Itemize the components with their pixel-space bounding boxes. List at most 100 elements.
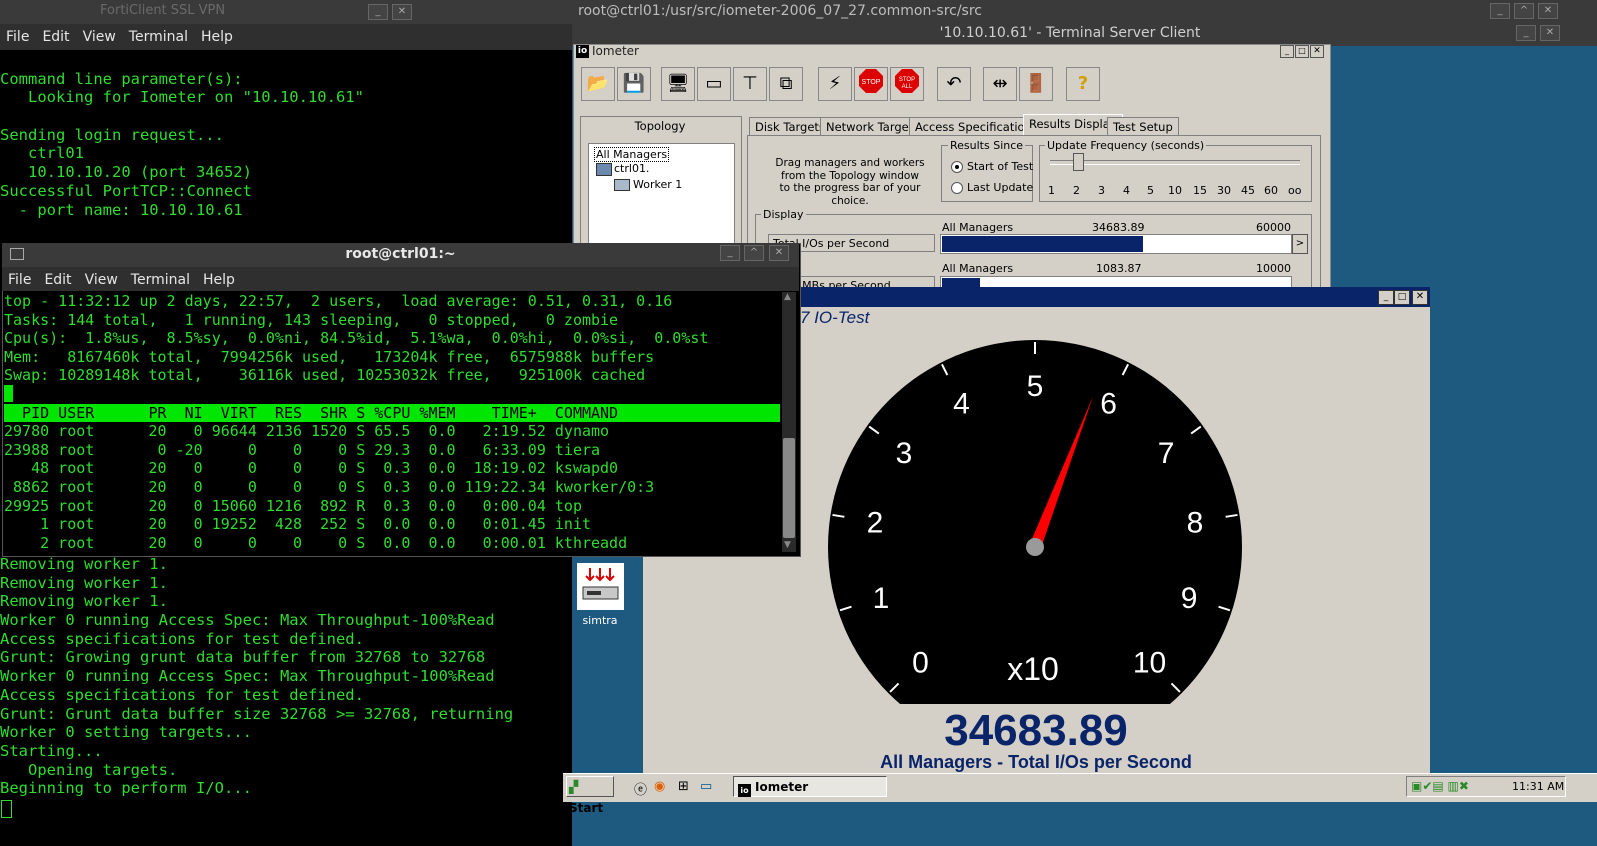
main-terminal-menubar: File Edit View Terminal Help bbox=[0, 24, 575, 50]
process-row: 29780 root 20 0 96644 2136 1520 S 65.5 0… bbox=[4, 422, 610, 441]
iometer-minimize-button[interactable]: _ bbox=[1280, 45, 1294, 58]
terminal-line: Sending login request... bbox=[0, 125, 224, 144]
frequency-ticks: 1 2 3 4 5 10 15 30 45 60 oo bbox=[1044, 174, 1306, 198]
ie-icon[interactable]: ⓔ bbox=[634, 779, 647, 798]
last-update-radio[interactable] bbox=[951, 182, 963, 194]
menu-edit[interactable]: Edit bbox=[44, 272, 71, 288]
gauge-label: 9 bbox=[1181, 582, 1198, 615]
stop-icon[interactable]: STOP bbox=[854, 67, 888, 101]
menu-view[interactable]: View bbox=[83, 29, 116, 45]
disconnect-icon[interactable]: ⇹ bbox=[983, 67, 1017, 101]
windows-logo-icon: ▞ bbox=[569, 780, 579, 794]
gauge-title: 7 IO-Test bbox=[800, 308, 870, 327]
forti-close-button[interactable]: ✕ bbox=[392, 4, 412, 20]
row1-progress-bar bbox=[940, 234, 1292, 254]
duplicate-worker-icon[interactable]: ⧉ bbox=[769, 67, 803, 101]
tree-item-worker[interactable]: Worker 1 bbox=[633, 178, 682, 191]
main-terminal-title: root@ctrl01:/usr/src/iometer-2006_07_27.… bbox=[578, 3, 982, 19]
firefox-icon[interactable]: ◉ bbox=[654, 779, 665, 794]
main-maximize-button[interactable]: ^ bbox=[1514, 3, 1534, 19]
start-label: Start bbox=[569, 801, 604, 815]
gauge-value: 34683.89 bbox=[944, 706, 1128, 755]
menu-help[interactable]: Help bbox=[203, 272, 235, 288]
stop-all-icon[interactable]: STOP ALL bbox=[890, 67, 924, 101]
menu-help[interactable]: Help bbox=[201, 29, 233, 45]
menu-terminal[interactable]: Terminal bbox=[131, 272, 190, 288]
term2-maximize-button[interactable]: ^ bbox=[744, 245, 764, 261]
gauge-close-button[interactable]: ✕ bbox=[1412, 290, 1428, 305]
help-icon[interactable]: ? bbox=[1066, 67, 1100, 101]
scrollbar-thumb[interactable] bbox=[783, 438, 795, 538]
tree-item-manager[interactable]: ctrl01. bbox=[614, 162, 649, 175]
scroll-down-icon[interactable]: ▼ bbox=[784, 540, 791, 550]
rdp-close-button[interactable]: ✕ bbox=[1540, 25, 1560, 41]
update-frequency-label: Update Frequency (seconds) bbox=[1045, 139, 1207, 152]
main-terminal-output-bottom: Removing worker 1. Removing worker 1. Re… bbox=[0, 555, 570, 798]
blank-line bbox=[4, 384, 780, 404]
terminal-line: Grunt: Growing grunt data buffer from 32… bbox=[0, 648, 486, 667]
process-row: 8862 root 20 0 0 0 0 S 0.3 0.0 119:22.34… bbox=[4, 477, 655, 496]
term2-close-button[interactable]: ✕ bbox=[769, 245, 789, 261]
drag-instructions: Drag managers and workers from the Topol… bbox=[760, 157, 940, 207]
process-row: 29925 root 20 0 15060 1216 892 R 0.3 0.0… bbox=[4, 496, 582, 515]
menu-file[interactable]: File bbox=[6, 29, 29, 45]
menu-view[interactable]: View bbox=[85, 272, 118, 288]
terminal-line: ctrl01 bbox=[0, 144, 84, 163]
rdp-title: '10.10.10.61' - Terminal Server Client bbox=[939, 25, 1201, 41]
main-close-button[interactable]: ✕ bbox=[1538, 3, 1558, 19]
desktop-icon[interactable]: ▭ bbox=[700, 779, 712, 794]
terminal-line: Removing worker 1. bbox=[0, 592, 168, 611]
open-icon[interactable]: 📂 bbox=[581, 67, 615, 101]
top-summary-line: top - 11:32:12 up 2 days, 22:57, 2 users… bbox=[4, 292, 673, 310]
forti-minimize-button[interactable]: _ bbox=[368, 4, 388, 20]
new-manager-icon[interactable]: 🖥 bbox=[661, 67, 695, 101]
exit-icon[interactable]: 🚪 bbox=[1019, 67, 1053, 101]
gauge-label: 10 bbox=[1133, 647, 1166, 680]
gauge-minimize-button[interactable]: _ bbox=[1378, 290, 1394, 305]
tray-icons[interactable]: ▣✔▤ ▥✖ bbox=[1411, 779, 1469, 793]
row2-max: 10000 bbox=[1256, 262, 1291, 275]
iometer-close-button[interactable]: ✕ bbox=[1310, 45, 1324, 58]
menu-edit[interactable]: Edit bbox=[42, 29, 69, 45]
network-icon[interactable]: ⊞ bbox=[678, 779, 689, 794]
menu-file[interactable]: File bbox=[8, 272, 31, 288]
top-summary-line: Mem: 8167460k total, 7994256k used, 1732… bbox=[4, 347, 655, 366]
rdp-minimize-button[interactable]: _ bbox=[1516, 25, 1536, 41]
top-terminal-scrollbar[interactable]: ▲ ▼ bbox=[782, 292, 796, 552]
term2-minimize-button[interactable]: _ bbox=[720, 245, 740, 261]
save-icon[interactable]: 💾 bbox=[617, 67, 651, 101]
last-update-label: Last Update bbox=[967, 181, 1034, 194]
process-row: 23988 root 0 -20 0 0 0 S 29.3 0.0 6:33.0… bbox=[4, 440, 601, 459]
new-disk-worker-icon[interactable]: ▭ bbox=[697, 67, 731, 101]
iometer-title: Iometer bbox=[592, 44, 639, 58]
simtra-label: simtra bbox=[582, 614, 618, 627]
tab-disk-targets[interactable]: Disk Targets bbox=[749, 117, 831, 136]
new-network-worker-icon[interactable]: ⊤ bbox=[733, 67, 767, 101]
frequency-slider-track[interactable] bbox=[1050, 160, 1300, 165]
main-minimize-button[interactable]: _ bbox=[1490, 3, 1510, 19]
row1-arrow-button[interactable]: > bbox=[1292, 234, 1308, 254]
terminal-line: Opening targets. bbox=[0, 760, 178, 779]
gauge-maximize-button[interactable]: □ bbox=[1394, 290, 1410, 305]
topology-label: Topology bbox=[634, 119, 686, 133]
tree-item-all-managers[interactable]: All Managers bbox=[594, 147, 670, 162]
start-button[interactable]: ▞ Start bbox=[566, 776, 614, 815]
needle-hub bbox=[1026, 538, 1044, 556]
tab-test-setup[interactable]: Test Setup bbox=[1107, 117, 1179, 136]
display-label: Display bbox=[761, 208, 806, 221]
menu-terminal[interactable]: Terminal bbox=[129, 29, 188, 45]
simtra-icon[interactable] bbox=[577, 563, 624, 610]
scroll-up-icon[interactable]: ▲ bbox=[784, 292, 791, 302]
start-tests-icon[interactable]: ⚡ bbox=[818, 67, 852, 101]
reset-icon[interactable]: ↶ bbox=[937, 67, 971, 101]
iometer-logo-icon: io bbox=[576, 45, 589, 58]
top-summary-line: Swap: 10289148k total, 36116k used, 1025… bbox=[4, 366, 646, 385]
taskbar-iometer-button[interactable]: io Iometer bbox=[733, 776, 887, 797]
iometer-maximize-button[interactable]: □ bbox=[1295, 45, 1309, 58]
freq-tick: 10 bbox=[1168, 184, 1182, 197]
frequency-slider-thumb[interactable] bbox=[1073, 153, 1084, 171]
terminal-line: Successful PortTCP::Connect bbox=[0, 181, 252, 200]
gauge-label: 7 bbox=[1158, 437, 1175, 470]
start-of-test-radio[interactable] bbox=[951, 161, 963, 173]
drag-text-line: from the Topology window bbox=[781, 169, 919, 182]
